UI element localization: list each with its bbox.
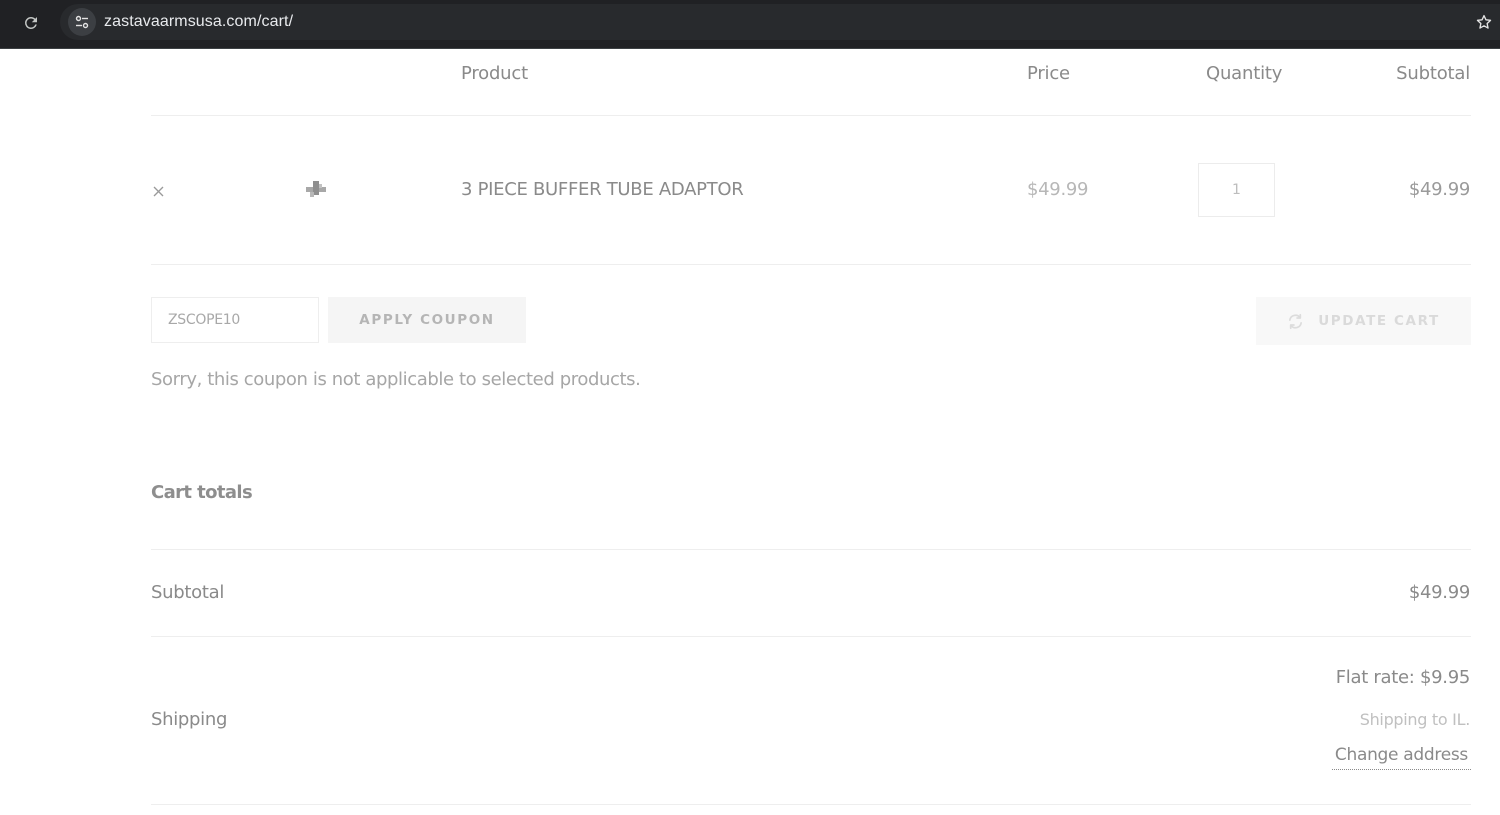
coupon-code-input[interactable]	[151, 297, 319, 343]
column-header-quantity: Quantity	[1206, 63, 1283, 84]
column-header-product: Product	[461, 63, 528, 84]
totals-subtotal-value: $49.99	[1408, 582, 1470, 603]
update-cart-label: UPDATE CART	[1318, 313, 1440, 329]
divider	[151, 636, 1471, 637]
divider	[151, 549, 1471, 550]
shipping-destination: Shipping to IL.	[1359, 710, 1471, 729]
item-subtotal: $49.99	[1408, 179, 1470, 200]
column-header-subtotal: Subtotal	[1396, 63, 1470, 84]
change-address-link[interactable]: Change address	[1331, 745, 1471, 770]
cart-totals-heading: Cart totals	[151, 482, 253, 503]
update-cart-button[interactable]: UPDATE CART	[1256, 297, 1471, 345]
close-icon	[153, 186, 163, 196]
item-price: $49.99	[1027, 179, 1089, 200]
product-name-link[interactable]: 3 PIECE BUFFER TUBE ADAPTOR	[461, 179, 744, 200]
totals-subtotal-label: Subtotal	[151, 582, 225, 603]
column-header-price: Price	[1027, 63, 1070, 84]
refresh-icon	[1289, 313, 1303, 329]
divider	[151, 804, 1471, 805]
remove-item-button[interactable]	[150, 183, 166, 199]
divider	[151, 115, 1471, 116]
bookmark-button[interactable]	[1472, 10, 1496, 34]
apply-coupon-button[interactable]: APPLY COUPON	[328, 297, 526, 343]
shipping-rate: Flat rate: $9.95	[1335, 667, 1471, 688]
url-text[interactable]: zastavaarmsusa.com/cart/	[104, 13, 293, 31]
product-thumbnail[interactable]	[304, 177, 328, 201]
browser-toolbar: zastavaarmsusa.com/cart/	[0, 0, 1500, 49]
site-info-button[interactable]	[68, 8, 96, 36]
coupon-error-message: Sorry, this coupon is not applicable to …	[151, 369, 641, 390]
cart-page: Product Price Quantity Subtotal 3 PIECE …	[0, 49, 1500, 815]
shipping-label: Shipping	[151, 709, 228, 730]
reload-button[interactable]	[16, 8, 46, 38]
reload-icon	[25, 16, 37, 29]
star-outline-icon	[1476, 14, 1492, 29]
tune-icon	[75, 15, 89, 29]
quantity-input[interactable]	[1198, 163, 1275, 217]
divider	[151, 264, 1471, 265]
address-bar[interactable]: zastavaarmsusa.com/cart/	[60, 4, 1500, 40]
